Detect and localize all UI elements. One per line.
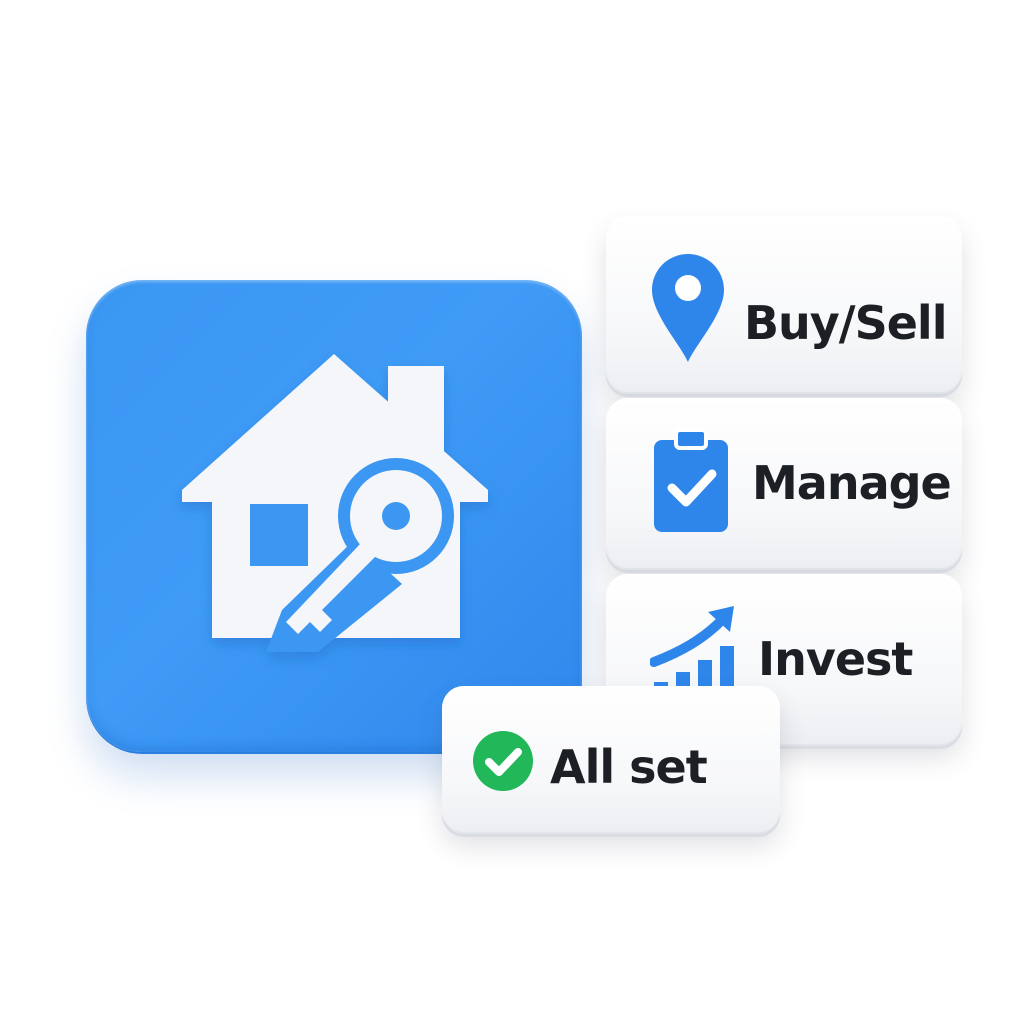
app-tile[interactable] (86, 280, 582, 752)
buy-sell-card[interactable]: Buy/Sell (606, 216, 962, 392)
invest-label: Invest (758, 632, 913, 686)
clipboard-check-icon (654, 428, 728, 532)
manage-card[interactable]: Manage (606, 398, 962, 568)
location-pin-icon (652, 254, 724, 362)
buy-sell-label: Buy/Sell (744, 296, 947, 350)
all-set-label: All set (550, 740, 708, 794)
illustration-stage: Buy/Sell Manage Invest All set (0, 0, 1024, 1024)
all-set-card[interactable]: All set (442, 686, 780, 832)
green-check-icon (473, 731, 533, 791)
manage-label: Manage (752, 456, 952, 510)
house-key-icon (182, 354, 488, 652)
